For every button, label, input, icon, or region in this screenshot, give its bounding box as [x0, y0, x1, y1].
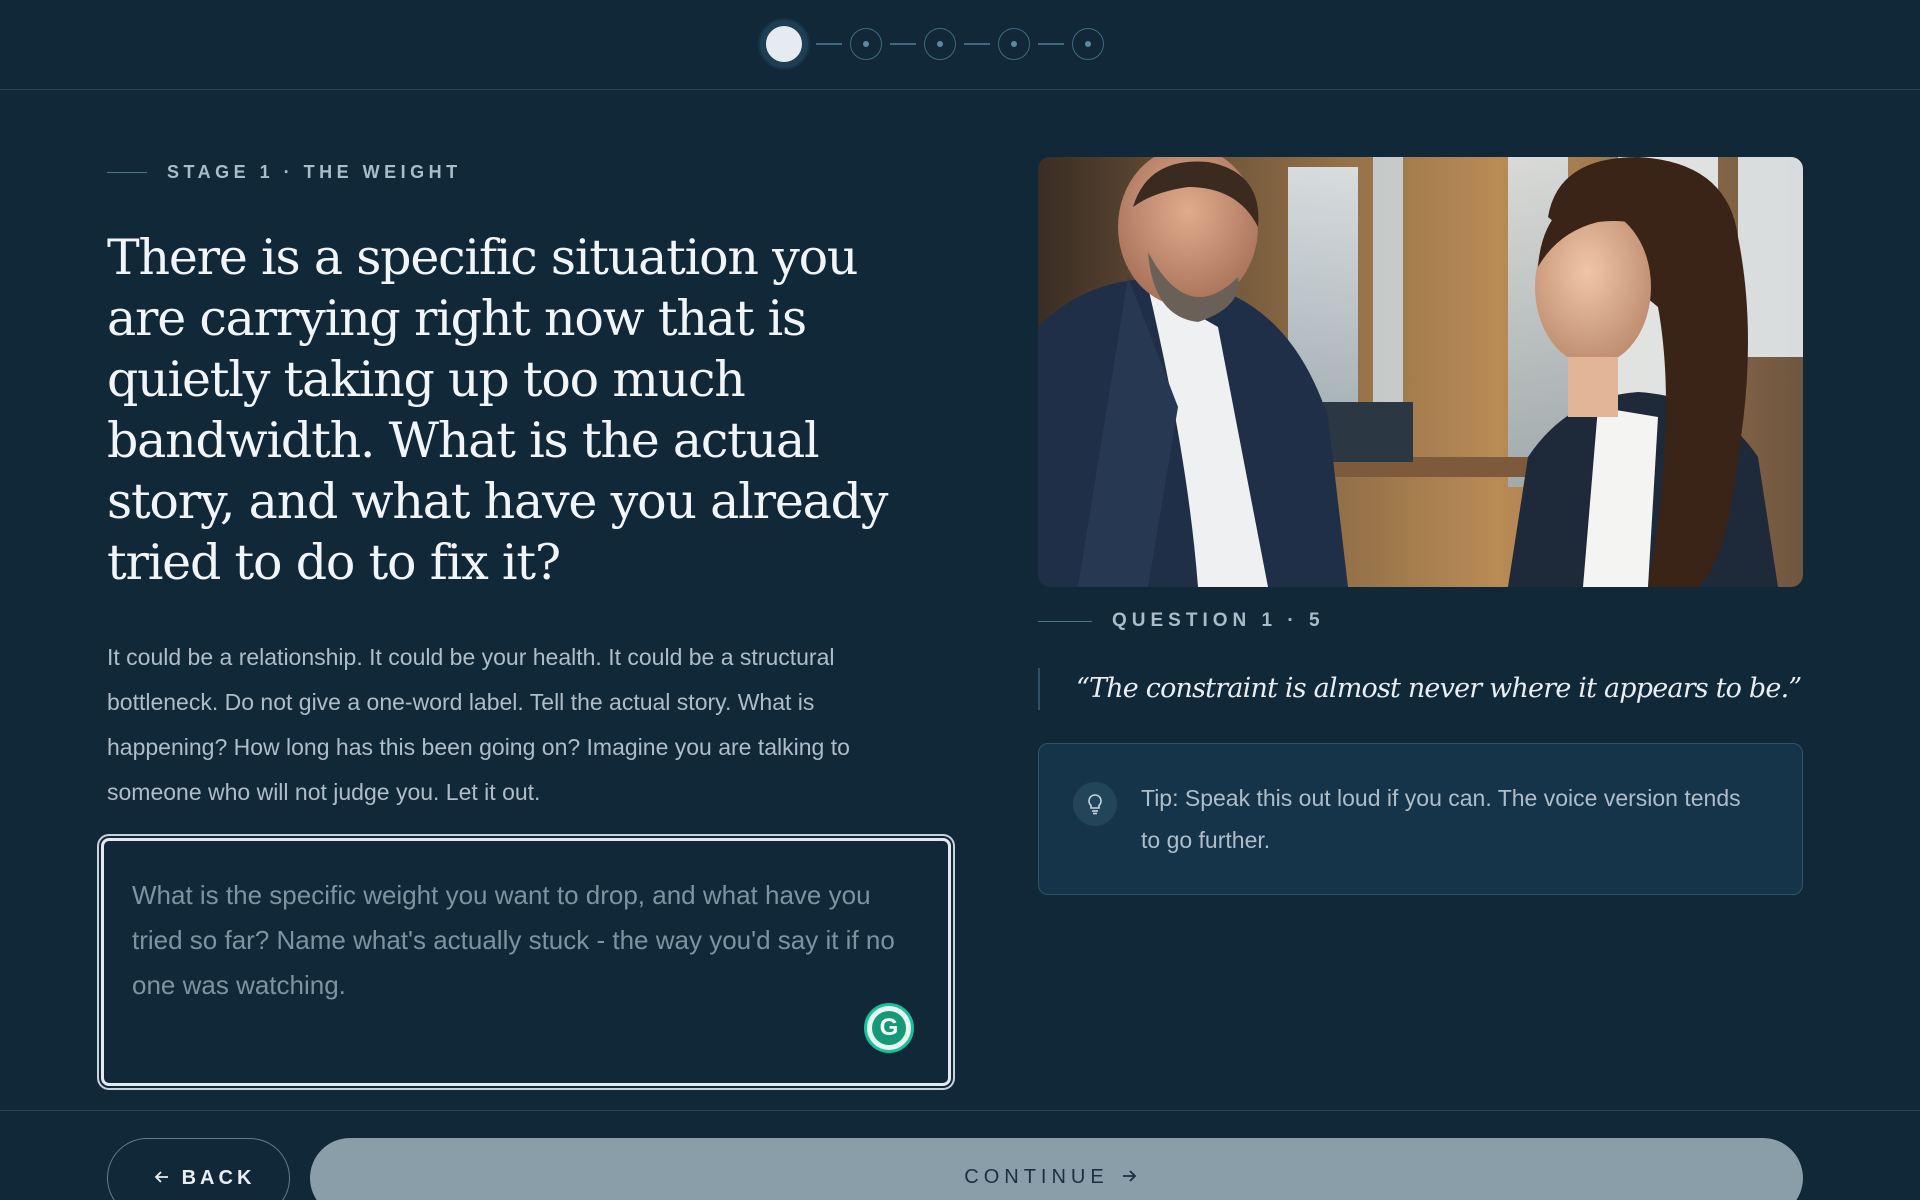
quote: “The constraint is almost never where it… [1038, 668, 1803, 710]
question-description: It could be a relationship. It could be … [107, 644, 850, 805]
arrow-right-icon [1121, 1166, 1137, 1188]
lightbulb-glyph [1088, 794, 1102, 815]
counter-rule [1038, 620, 1092, 622]
back-button[interactable]: BACK [107, 1138, 290, 1200]
stage-label: STAGE 1 · THE WEIGHT [167, 161, 462, 182]
illustration-photo [1038, 157, 1803, 587]
step-connector [890, 43, 916, 45]
question-counter: QUESTION 1 · 5 [1038, 606, 1325, 636]
step-dot-icon [863, 41, 869, 47]
eyebrow-rule [107, 171, 147, 173]
answer-box: G [101, 838, 951, 1086]
grammarly-icon[interactable]: G [864, 1003, 914, 1053]
stage-eyebrow: STAGE 1 · THE WEIGHT [107, 157, 937, 187]
office-conversation-image [1038, 157, 1803, 587]
footer-divider [0, 1110, 1920, 1111]
step-connector [816, 43, 842, 45]
step-dot-icon [937, 41, 943, 47]
arrow-left-icon [154, 1167, 170, 1189]
step-dot-icon [1085, 41, 1091, 47]
tip-card: Tip: Speak this out loud if you can. The… [1038, 743, 1803, 895]
page: STAGE 1 · THE WEIGHT There is a specific… [0, 0, 1920, 1200]
progress-stepper [0, 0, 1920, 90]
lightbulb-icon [1073, 782, 1117, 826]
question-panel: STAGE 1 · THE WEIGHT There is a specific… [107, 157, 937, 815]
step-list [760, 20, 1104, 68]
step-1-current[interactable] [760, 20, 808, 68]
question-heading: There is a specific situation you are ca… [107, 229, 888, 591]
step-2[interactable] [850, 28, 882, 60]
step-connector [964, 43, 990, 45]
continue-button[interactable]: CONTINUE [310, 1138, 1803, 1200]
question-counter-label: QUESTION 1 · 5 [1112, 610, 1325, 631]
answer-textarea[interactable] [104, 841, 948, 1083]
step-4[interactable] [998, 28, 1030, 60]
step-dot-icon [1011, 41, 1017, 47]
back-button-label: BACK [181, 1167, 256, 1189]
step-connector [1038, 43, 1064, 45]
tip-text: Tip: Speak this out loud if you can. The… [1141, 785, 1741, 853]
step-3[interactable] [924, 28, 956, 60]
step-5[interactable] [1072, 28, 1104, 60]
grammarly-g-icon: G [872, 1011, 906, 1045]
continue-button-label: CONTINUE [964, 1166, 1109, 1188]
